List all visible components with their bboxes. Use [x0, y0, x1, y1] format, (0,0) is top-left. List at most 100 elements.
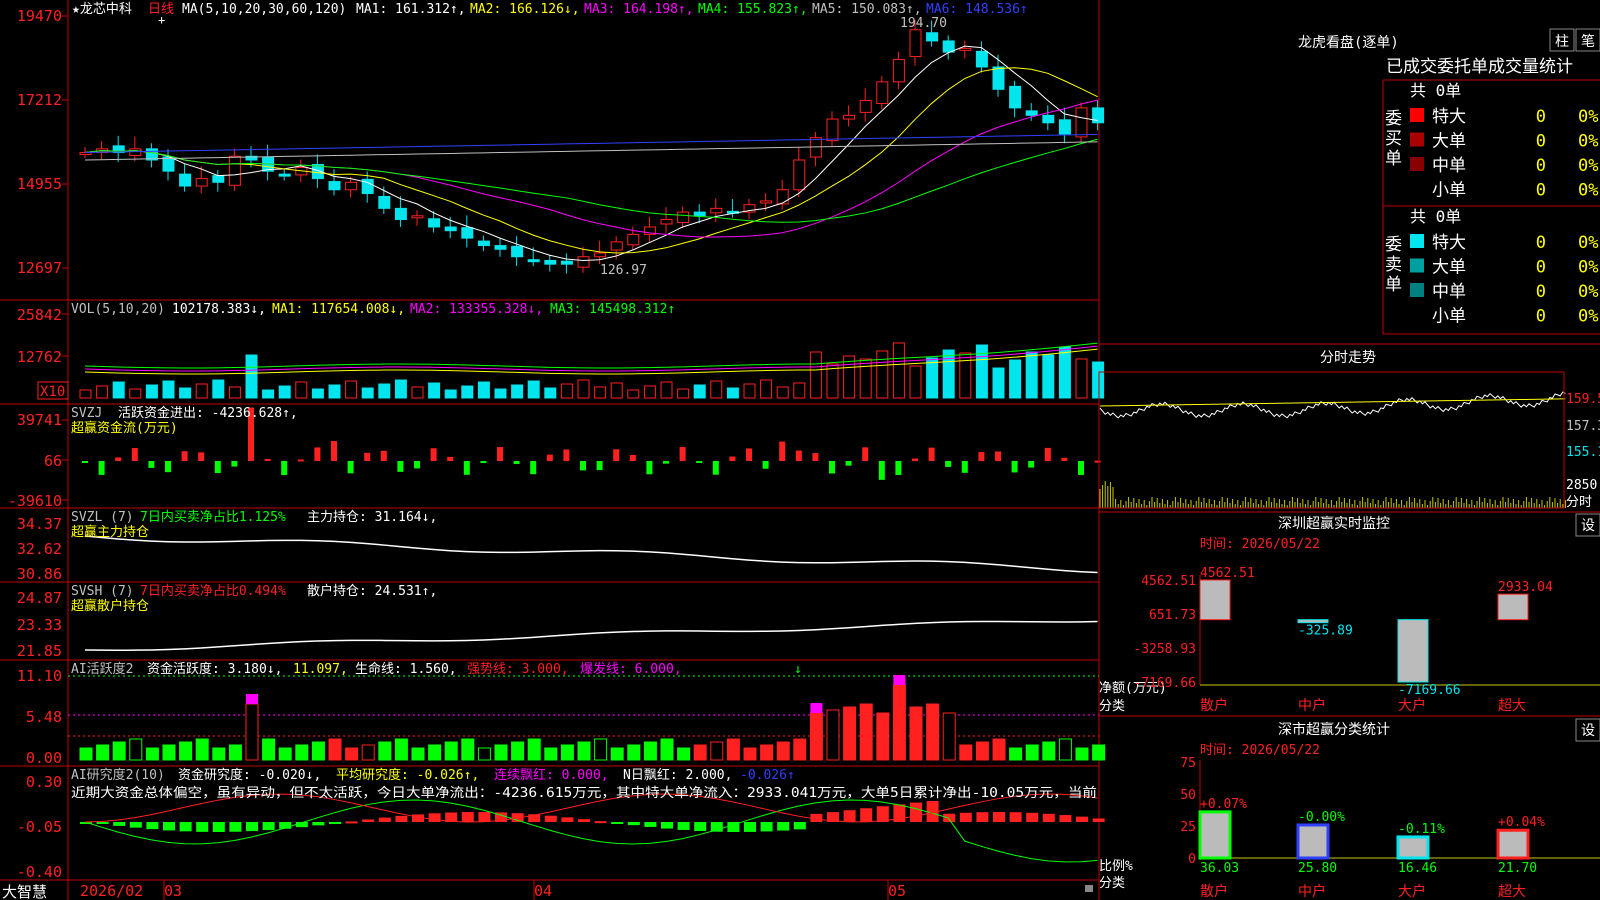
- fund-flow-bar: [463, 461, 470, 475]
- volume-bar: [461, 385, 474, 399]
- ai-research-axis-label: -0.05: [17, 818, 62, 836]
- candle-body: [511, 245, 524, 258]
- activity-bar: [677, 747, 691, 761]
- monitor-category-label: 中户: [1298, 697, 1326, 714]
- fund-flow-bar: [231, 461, 238, 467]
- class-change-label: +0.07%: [1200, 797, 1247, 812]
- volume-bar: [843, 355, 856, 399]
- fund-flow-bar: [646, 461, 653, 475]
- volume-bar: [992, 367, 1005, 399]
- stock-chart-canvas[interactable]: 4562.51散户-325.89中户-7169.66大户2933.04超大 +0…: [0, 0, 1600, 900]
- svzl-axis-label: 34.37: [17, 515, 62, 533]
- ai-active-title: AI活跃度2: [71, 661, 133, 677]
- research-bar: [1092, 818, 1105, 822]
- activity-bar: [129, 738, 143, 761]
- candle-body: [577, 256, 590, 268]
- buy-row-pct: 0%: [1578, 132, 1598, 152]
- sz-monitor-xlabel: 分类: [1099, 699, 1125, 714]
- svzj-desc: 活跃资金进出: -4236.628↑,: [118, 405, 298, 421]
- fund-flow-bar: [480, 461, 487, 463]
- fund-flow-bar: [513, 461, 520, 465]
- volume-bar: [926, 357, 939, 399]
- dragon-tiger-header: 已成交委托单成交量统计: [1386, 57, 1573, 77]
- fund-flow-bar: [1094, 460, 1101, 463]
- intraday-avg-line: [1099, 398, 1566, 407]
- volume-bar: [527, 380, 540, 399]
- buy-row-swatch: [1410, 108, 1424, 122]
- column-view-label[interactable]: 柱: [1555, 34, 1569, 50]
- activity-bar: [909, 706, 923, 761]
- volume-bar: [195, 383, 208, 399]
- volume-bar: [776, 386, 789, 399]
- stock-name[interactable]: ★龙芯中科: [72, 2, 132, 17]
- activity-bar: [162, 744, 176, 761]
- volume-bar: [859, 358, 872, 399]
- ai-research-c: 连续飘红: 0.000,: [494, 767, 609, 783]
- fund-flow-bar: [696, 461, 703, 463]
- fund-flow-bar: [281, 461, 288, 475]
- research-bar: [876, 806, 889, 822]
- vol-value: 102178.383↓,: [172, 302, 266, 317]
- svzj-axis-label: 39741: [17, 411, 62, 429]
- buy-side-label-char: 买: [1385, 129, 1402, 149]
- volume-bar: [1025, 351, 1038, 399]
- fund-flow-bar: [580, 461, 586, 471]
- sell-row-pct: 0%: [1578, 258, 1598, 278]
- volume-bar: [710, 380, 723, 399]
- activity-bar: [79, 747, 93, 761]
- candle-body: [627, 233, 640, 246]
- activity-bar: [776, 741, 790, 761]
- activity-bar: [195, 738, 209, 761]
- sz-class-settings-label[interactable]: 设: [1581, 723, 1595, 739]
- fund-flow-bar: [364, 452, 371, 461]
- class-value-label: 21.70: [1498, 861, 1537, 876]
- buy-row-pct: 0%: [1578, 181, 1598, 201]
- candle-body: [1092, 107, 1105, 124]
- volume-bar: [212, 379, 225, 399]
- cursor-cross-icon: +: [158, 13, 165, 27]
- research-bar: [378, 817, 391, 822]
- activity-bar: [942, 712, 956, 761]
- fund-flow-bar: [430, 448, 437, 461]
- activity-bar: [959, 744, 973, 761]
- vol-title: VOL(5,10,20): [71, 302, 165, 317]
- fund-flow-bar: [347, 461, 354, 474]
- research-bar: [594, 821, 607, 824]
- activity-bar: [112, 741, 126, 761]
- fund-flow-bar: [629, 454, 636, 461]
- class-value-label: 36.03: [1200, 861, 1239, 876]
- class-axis-label: 0: [1188, 852, 1196, 867]
- candle-body: [394, 207, 407, 221]
- lock-icon[interactable]: [1085, 885, 1093, 892]
- svsh-title: SVSH (7): [71, 584, 134, 599]
- volume-bar: [129, 388, 142, 399]
- candle-body: [1075, 107, 1088, 138]
- buy-row-count: 0: [1536, 132, 1546, 152]
- volume-bar: [96, 385, 109, 399]
- ma3-value: MA3: 164.198↑,: [584, 2, 694, 17]
- buy-row-pct: 0%: [1578, 107, 1598, 127]
- fund-flow-bar: [679, 447, 686, 461]
- activity-bar: [262, 738, 276, 761]
- volume-bar: [145, 384, 158, 399]
- research-bar: [312, 822, 325, 826]
- fund-flow-bar: [297, 459, 304, 462]
- research-bar: [760, 822, 773, 832]
- candle-body: [843, 114, 856, 120]
- volume-bar: [1058, 346, 1071, 399]
- research-bar: [428, 813, 441, 822]
- sell-row-pct: 0%: [1578, 233, 1598, 253]
- candle-body: [926, 32, 939, 42]
- research-bar: [146, 822, 159, 830]
- fund-flow-bar: [746, 448, 752, 461]
- activity-bar: [311, 741, 325, 761]
- sz-monitor-settings-label[interactable]: 设: [1581, 518, 1595, 534]
- volume-bar: [444, 389, 457, 399]
- fund-flow-bar: [1078, 461, 1084, 475]
- candle-body: [494, 245, 507, 250]
- tick-view-label[interactable]: 笔: [1581, 34, 1595, 50]
- research-bar: [461, 812, 474, 822]
- fund-flow-bar: [862, 447, 869, 461]
- burst-marker: [893, 675, 906, 685]
- fund-flow-bar: [1011, 461, 1018, 473]
